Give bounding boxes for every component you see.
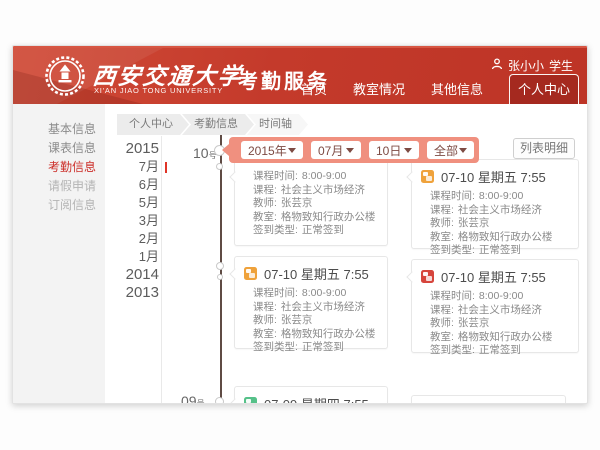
filter-bubble: 2015年 07月 10日 全部	[229, 137, 479, 163]
app-header: 西安交通大学 XI'AN JIAO TONG UNIVERSITY 考勤服务 张…	[13, 46, 588, 104]
card-date: 07-10 星期五 7:55	[441, 267, 546, 286]
user-name: 张小小	[508, 57, 544, 74]
orange-stamp-icon	[421, 170, 434, 183]
timeline-year-rail: 2015 7月 6月 5月 3月 2月 1月 2014 2013	[111, 140, 159, 302]
attendance-card: 07-09 星期四 7:55	[234, 386, 388, 404]
app-window: 西安交通大学 XI'AN JIAO TONG UNIVERSITY 考勤服务 张…	[12, 45, 588, 404]
breadcrumb-attendance-info[interactable]: 考勤信息	[182, 114, 254, 135]
current-month-marker	[165, 162, 167, 173]
university-logo-icon	[44, 55, 86, 97]
attendance-card: 07-10 星期五 7:55 课程时间:8:00-9:00 课程:社会主义市场经…	[411, 259, 579, 353]
card-date: 07-10 星期五 7:55	[264, 264, 369, 283]
breadcrumb-personal-center[interactable]: 个人中心	[117, 114, 189, 135]
rail-year-2013[interactable]: 2013	[111, 284, 159, 302]
page-background: 西安交通大学 XI'AN JIAO TONG UNIVERSITY 考勤服务 张…	[0, 0, 600, 450]
rail-month-may[interactable]: 5月	[111, 194, 159, 212]
red-stamp-icon	[421, 270, 434, 283]
month-dropdown[interactable]: 07月	[311, 141, 361, 159]
nav-personal-center[interactable]: 个人中心	[509, 74, 579, 104]
user-role: 学生	[549, 57, 573, 74]
rail-month-jul[interactable]: 7月	[111, 158, 159, 176]
university-name-en: XI'AN JIAO TONG UNIVERSITY	[94, 86, 223, 95]
sidebar-item-attendance-info[interactable]: 考勤信息	[13, 158, 105, 177]
nav-other-info[interactable]: 其他信息	[431, 79, 483, 104]
sidebar: 基本信息 课表信息 考勤信息 请假申请 订阅信息	[13, 104, 105, 404]
user-icon	[491, 58, 503, 73]
rail-month-feb[interactable]: 2月	[111, 230, 159, 248]
attendance-card-partial	[411, 395, 566, 404]
attendance-card: 07-10 星期五 7:55 课程时间:8:00-9:00 课程:社会主义市场经…	[234, 256, 388, 349]
timeline-node-small	[216, 163, 223, 170]
breadcrumb-timeline[interactable]: 时间轴	[247, 114, 308, 135]
main-nav: 首页 教室情况 其他信息 个人中心	[301, 74, 579, 104]
green-stamp-icon	[244, 397, 257, 404]
sidebar-menu: 基本信息 课表信息 考勤信息 请假申请 订阅信息	[13, 120, 105, 215]
day-label-10: 10号	[193, 145, 217, 161]
sidebar-item-subscription-info[interactable]: 订阅信息	[13, 196, 105, 215]
rail-year-2014[interactable]: 2014	[111, 266, 159, 284]
orange-stamp-icon	[244, 267, 257, 280]
breadcrumb: 个人中心 考勤信息 时间轴	[117, 114, 308, 135]
chevron-down-icon	[404, 148, 412, 153]
day-dropdown[interactable]: 10日	[369, 141, 419, 159]
card-date: 07-10 星期五 7:55	[441, 167, 546, 186]
attendance-card: 课程时间:8:00-9:00 课程:社会主义市场经济 教师:张芸京 教室:格物致…	[234, 159, 388, 246]
chevron-down-icon	[459, 148, 467, 153]
timeline-node-small	[217, 274, 223, 280]
rail-month-mar[interactable]: 3月	[111, 212, 159, 230]
timeline-node-small	[215, 397, 224, 404]
list-detail-button[interactable]: 列表明细	[513, 138, 575, 159]
year-dropdown[interactable]: 2015年	[241, 141, 303, 159]
nav-home[interactable]: 首页	[301, 79, 327, 104]
rail-divider	[161, 136, 162, 404]
timeline-node-small	[216, 262, 224, 270]
user-chip[interactable]: 张小小 学生	[491, 57, 573, 74]
rail-month-jun[interactable]: 6月	[111, 176, 159, 194]
sidebar-item-schedule-info[interactable]: 课表信息	[13, 139, 105, 158]
attendance-card: 07-10 星期五 7:55 课程时间:8:00-9:00 课程:社会主义市场经…	[411, 159, 579, 249]
nav-classroom-status[interactable]: 教室情况	[353, 79, 405, 104]
rail-month-jan[interactable]: 1月	[111, 248, 159, 266]
card-date: 07-09 星期四 7:55	[264, 394, 369, 404]
day-label-09: 09号	[181, 393, 205, 404]
sidebar-item-basic-info[interactable]: 基本信息	[13, 120, 105, 139]
sidebar-item-leave-request[interactable]: 请假申请	[13, 177, 105, 196]
chevron-down-icon	[346, 148, 354, 153]
type-dropdown[interactable]: 全部	[427, 141, 474, 159]
rail-year-2015[interactable]: 2015	[111, 140, 159, 158]
chevron-down-icon	[288, 148, 296, 153]
